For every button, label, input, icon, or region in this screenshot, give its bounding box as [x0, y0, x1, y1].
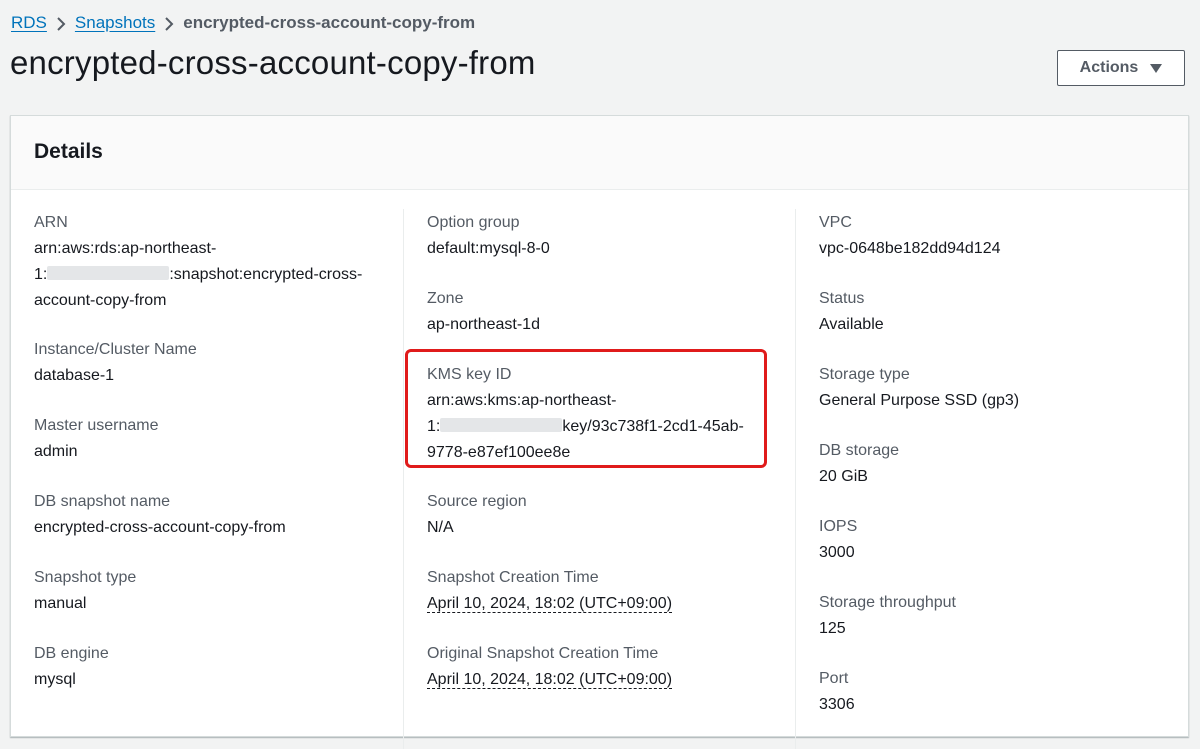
breadcrumb-snapshots-link[interactable]: Snapshots [75, 13, 155, 33]
original-snapshot-creation-time-label: Original Snapshot Creation Time [427, 645, 659, 662]
field-option-group: Option group default:mysql-8-0 [427, 210, 777, 262]
option-group-label: Option group [427, 214, 520, 231]
redacted-mask [47, 266, 170, 280]
column-divider [795, 209, 796, 749]
iops-label: IOPS [819, 518, 858, 535]
field-instance: Instance/Cluster Name database-1 [34, 337, 384, 389]
field-storage-throughput: Storage throughput 125 [819, 590, 1169, 642]
kms-key-highlight-box [405, 349, 767, 468]
details-panel: Details ARN arn:aws:rds:ap-northeast- 1:… [10, 115, 1189, 749]
breadcrumb: RDS Snapshots encrypted-cross-account-co… [11, 13, 475, 33]
arn-value: arn:aws:rds:ap-northeast- 1: :snapshot:en… [34, 236, 384, 314]
iops-value: 3000 [819, 544, 855, 561]
field-db-storage: DB storage 20 GiB [819, 438, 1169, 490]
port-value: 3306 [819, 696, 855, 713]
field-master-username: Master username admin [34, 413, 384, 465]
arn-line-2-prefix: 1: [34, 266, 48, 283]
instance-value: database-1 [34, 367, 115, 384]
page-title: encrypted-cross-account-copy-from [10, 44, 536, 81]
storage-type-value: General Purpose SSD (gp3) [819, 392, 1020, 409]
master-username-value: admin [34, 443, 78, 460]
field-arn: ARN arn:aws:rds:ap-northeast- 1: :snapsho… [34, 210, 384, 314]
field-zone: Zone ap-northeast-1d [427, 286, 777, 338]
details-title: Details [34, 140, 103, 163]
chevron-right-icon [47, 13, 75, 33]
actions-button[interactable]: Actions [1057, 50, 1185, 86]
field-status: Status Available [819, 286, 1169, 338]
field-snapshot-type: Snapshot type manual [34, 565, 384, 617]
arn-line-1: arn:aws:rds:ap-northeast- [34, 240, 217, 257]
storage-type-label: Storage type [819, 366, 910, 383]
column-divider [403, 209, 404, 749]
original-snapshot-creation-time-value[interactable]: April 10, 2024, 18:02 (UTC+09:00) [427, 671, 673, 689]
snapshot-creation-time-wrap: April 10, 2024, 18:02 (UTC+09:00) [427, 591, 777, 617]
details-panel-header [11, 116, 1188, 190]
arn-line-2: 1: :snapshot:encrypted-cross- [34, 262, 384, 288]
snapshot-creation-time-label: Snapshot Creation Time [427, 569, 599, 586]
db-engine-label: DB engine [34, 645, 109, 662]
field-snapshot-name: DB snapshot name encrypted-cross-account… [34, 489, 384, 541]
caret-down-icon [1150, 63, 1163, 73]
field-source-region: Source region N/A [427, 489, 777, 541]
status-label: Status [819, 290, 865, 307]
field-port: Port 3306 [819, 666, 1169, 718]
source-region-value: N/A [427, 519, 454, 536]
storage-throughput-value: 125 [819, 620, 846, 637]
snapshot-name-value: encrypted-cross-account-copy-from [34, 519, 286, 536]
actions-button-label: Actions [1079, 59, 1139, 76]
field-db-engine: DB engine mysql [34, 641, 384, 693]
breadcrumb-rds-link[interactable]: RDS [11, 13, 47, 33]
field-storage-type: Storage type General Purpose SSD (gp3) [819, 362, 1169, 414]
field-iops: IOPS 3000 [819, 514, 1169, 566]
field-vpc: VPC vpc-0648be182dd94d124 [819, 210, 1169, 262]
vpc-value: vpc-0648be182dd94d124 [819, 240, 1001, 257]
field-snapshot-creation-time: Snapshot Creation Time April 10, 2024, 1… [427, 565, 777, 617]
zone-label: Zone [427, 290, 464, 307]
original-snapshot-creation-time-wrap: April 10, 2024, 18:02 (UTC+09:00) [427, 667, 777, 693]
storage-throughput-label: Storage throughput [819, 594, 956, 611]
db-storage-value: 20 GiB [819, 468, 868, 485]
db-engine-value: mysql [34, 671, 76, 688]
chevron-right-icon [155, 13, 183, 33]
arn-line-3: account-copy-from [34, 292, 167, 309]
port-label: Port [819, 670, 849, 687]
arn-line-2-suffix: :snapshot:encrypted-cross- [169, 266, 363, 283]
master-username-label: Master username [34, 417, 159, 434]
source-region-label: Source region [427, 493, 527, 510]
arn-label: ARN [34, 214, 68, 231]
snapshot-type-label: Snapshot type [34, 569, 137, 586]
field-original-snapshot-creation-time: Original Snapshot Creation Time April 10… [427, 641, 777, 693]
snapshot-type-value: manual [34, 595, 87, 612]
status-value: Available [819, 316, 884, 333]
breadcrumb-current: encrypted-cross-account-copy-from [183, 13, 476, 32]
instance-label: Instance/Cluster Name [34, 341, 197, 358]
snapshot-creation-time-value[interactable]: April 10, 2024, 18:02 (UTC+09:00) [427, 595, 673, 613]
db-storage-label: DB storage [819, 442, 900, 459]
vpc-label: VPC [819, 214, 852, 231]
zone-value: ap-northeast-1d [427, 316, 540, 333]
snapshot-name-label: DB snapshot name [34, 493, 171, 510]
option-group-value: default:mysql-8-0 [427, 240, 550, 257]
